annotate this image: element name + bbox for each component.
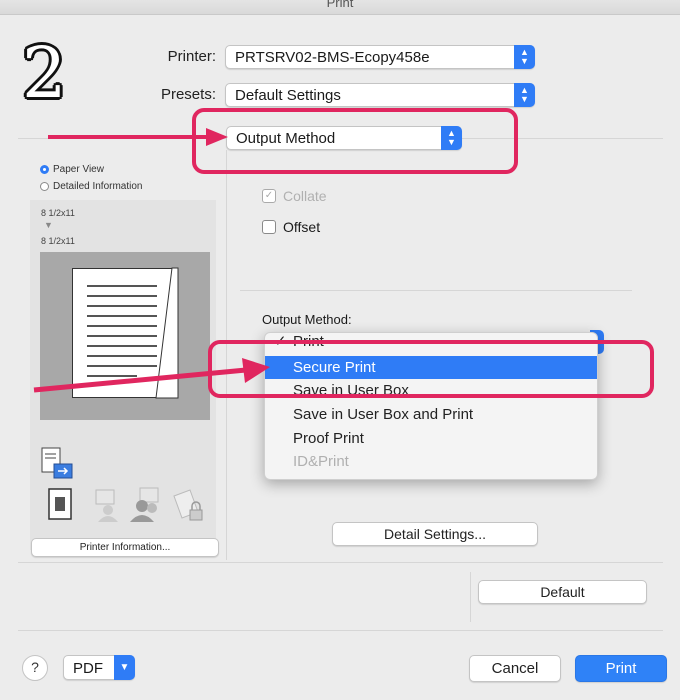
- tray-output-icon: [41, 447, 73, 479]
- presets-value: Default Settings: [235, 87, 341, 104]
- menu-item-label: ID&Print: [293, 453, 349, 470]
- offset-checkbox[interactable]: Offset: [262, 219, 320, 235]
- annotation-highlight-secure-print: [208, 340, 654, 398]
- annotation-highlight-output-method: [192, 108, 518, 174]
- text-line: [87, 365, 157, 367]
- options-divider: [240, 290, 632, 291]
- text-line: [87, 295, 157, 297]
- detail-settings-button[interactable]: Detail Settings...: [332, 522, 538, 546]
- menu-item-save-in-user-box-and-print[interactable]: Save in User Box and Print: [265, 403, 597, 426]
- collate-label: Collate: [283, 188, 327, 204]
- lock-doc-icon: [173, 489, 203, 521]
- checkbox-empty-icon: [262, 220, 276, 234]
- arrow-down-icon: ▼: [44, 220, 53, 230]
- checkmark-icon: ✓: [262, 189, 276, 203]
- menu-item-label: Proof Print: [293, 430, 364, 447]
- menu-item-proof-print[interactable]: Proof Print: [265, 427, 597, 450]
- paper-view-label: Paper View: [53, 164, 104, 175]
- menu-item-id-print: ID&Print: [265, 450, 597, 473]
- paper-size-top: 8 1/2x11: [41, 208, 75, 218]
- footer-divider: [18, 562, 663, 563]
- secure-doc-icon: [48, 488, 72, 520]
- default-button[interactable]: Default: [478, 580, 647, 604]
- help-button[interactable]: ?: [22, 655, 48, 681]
- text-line: [87, 335, 157, 337]
- cancel-button[interactable]: Cancel: [469, 655, 561, 682]
- user-box-icon: [95, 489, 118, 522]
- paper-size-bottom: 8 1/2x11: [41, 236, 75, 246]
- paper-view-radio[interactable]: Paper View: [40, 164, 104, 175]
- text-line: [87, 315, 157, 317]
- chevron-down-icon: ▼: [114, 655, 135, 680]
- text-line: [87, 325, 157, 327]
- text-line: [87, 285, 157, 287]
- printer-popup[interactable]: PRTSRV02-BMS-Ecopy458e ▲ ▼: [225, 45, 535, 69]
- menu-item-label: Save in User Box and Print: [293, 406, 474, 423]
- printer-label: Printer:: [167, 48, 216, 65]
- pdf-label: PDF: [73, 660, 103, 677]
- detailed-info-radio[interactable]: Detailed Information: [40, 181, 143, 192]
- presets-popup[interactable]: Default Settings ▲ ▼: [225, 83, 535, 107]
- bottom-divider: [18, 630, 663, 631]
- radio-unselected-icon: [40, 182, 49, 191]
- chevron-updown-icon: ▲ ▼: [514, 45, 535, 69]
- default-divider: [470, 572, 471, 622]
- output-method-label: Output Method:: [262, 312, 352, 327]
- text-line: [87, 345, 157, 347]
- collate-checkbox[interactable]: ✓ Collate: [262, 188, 327, 204]
- text-line: [87, 375, 137, 377]
- presets-label: Presets:: [160, 86, 216, 103]
- print-button[interactable]: Print: [575, 655, 667, 682]
- window-title: Print: [0, 0, 680, 15]
- printer-information-button[interactable]: Printer Information...: [31, 538, 219, 557]
- step-number-annotation: 2: [22, 32, 67, 114]
- radio-selected-icon: [40, 165, 49, 174]
- printer-value: PRTSRV02-BMS-Ecopy458e: [235, 49, 430, 66]
- text-line: [87, 305, 157, 307]
- offset-label: Offset: [283, 219, 321, 235]
- page-curl-icon: [155, 267, 179, 399]
- pdf-menu-button[interactable]: PDF ▼: [63, 655, 135, 680]
- chevron-updown-icon: ▲ ▼: [514, 83, 535, 107]
- text-line: [87, 355, 157, 357]
- users-icon: [130, 487, 159, 522]
- detailed-info-label: Detailed Information: [53, 181, 143, 192]
